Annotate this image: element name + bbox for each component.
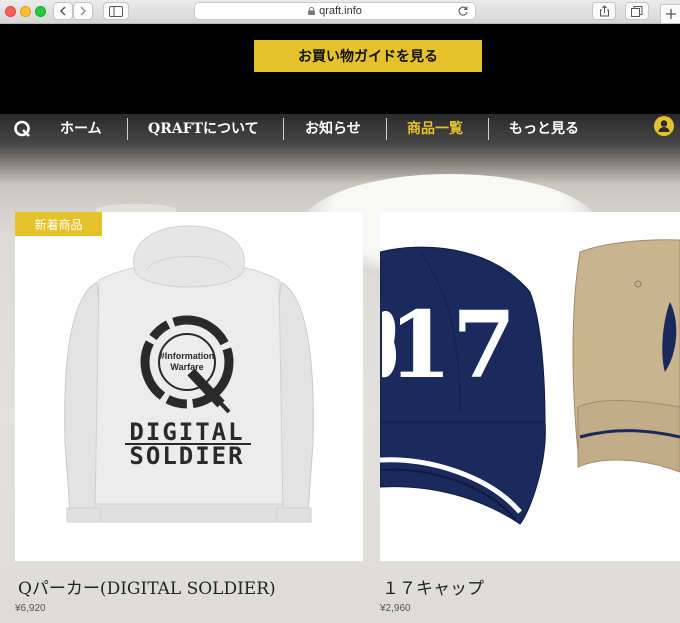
nav-item-news[interactable]: お知らせ	[305, 119, 361, 139]
main-nav: ホーム QRAFTについて お知らせ 商品一覧 もっと見る	[0, 114, 680, 144]
product-card-cap[interactable]: 17	[380, 212, 680, 561]
print-text-line2: Warfare	[170, 362, 203, 372]
close-window-button[interactable]	[5, 6, 16, 17]
share-icon	[599, 5, 609, 17]
product-name[interactable]: １７キャップ	[382, 574, 484, 599]
tabs-overview-button[interactable]	[625, 2, 649, 20]
chevron-left-icon	[59, 6, 66, 16]
cap-number-print: 17	[388, 291, 516, 399]
back-button[interactable]	[53, 2, 73, 20]
nav-item-more[interactable]: もっと見る	[509, 119, 579, 139]
plus-icon	[665, 9, 676, 19]
product-price: ¥6,920	[15, 603, 46, 614]
nav-divider	[127, 118, 128, 140]
print-text-line1: #Information	[160, 351, 215, 361]
q-logo-icon[interactable]	[12, 119, 32, 139]
product-card-hoodie[interactable]: #Information Warfare DIGITAL SOLDIER	[15, 212, 363, 561]
lock-icon	[308, 7, 316, 15]
tabs-icon	[631, 5, 643, 17]
nav-item-about[interactable]: QRAFTについて	[148, 119, 259, 139]
reload-icon[interactable]	[457, 5, 469, 17]
minimize-window-button[interactable]	[20, 6, 31, 17]
user-icon	[658, 120, 670, 132]
forward-button[interactable]	[73, 2, 93, 20]
shopping-guide-button[interactable]: お買い物ガイドを見る	[254, 40, 482, 72]
sidebar-button[interactable]	[103, 2, 129, 20]
new-tab-button[interactable]	[660, 4, 680, 24]
url-text: qraft.info	[319, 5, 362, 17]
nav-divider	[386, 118, 387, 140]
nav-item-products[interactable]: 商品一覧	[407, 119, 463, 139]
nav-divider	[488, 118, 489, 140]
cap-image: 17	[380, 239, 680, 525]
user-account-button[interactable]	[654, 116, 674, 136]
nav-item-home[interactable]: ホーム	[60, 119, 102, 139]
new-item-badge: 新着商品	[15, 212, 102, 236]
hoodie-image: #Information Warfare DIGITAL SOLDIER	[64, 225, 314, 523]
zoom-window-button[interactable]	[35, 6, 46, 17]
browser-toolbar: qraft.info	[0, 0, 680, 24]
address-bar[interactable]: qraft.info	[194, 2, 476, 20]
sidebar-icon	[109, 5, 123, 17]
product-price: ¥2,960	[380, 603, 411, 614]
nav-divider	[283, 118, 284, 140]
print-logo-soldier: SOLDIER	[129, 442, 244, 470]
chevron-right-icon	[80, 6, 87, 16]
share-button[interactable]	[592, 2, 616, 20]
product-name[interactable]: Qパーカー(DIGITAL SOLDIER)	[18, 574, 276, 599]
